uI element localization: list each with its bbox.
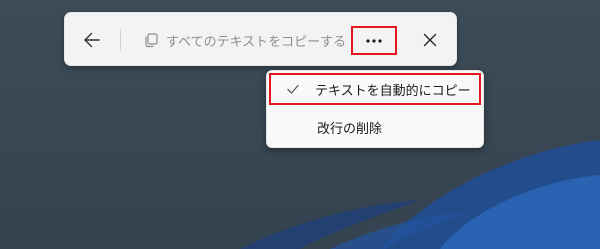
checkmark-icon — [271, 83, 315, 95]
back-button[interactable] — [77, 25, 107, 55]
close-button[interactable] — [415, 25, 445, 55]
menu-item-remove-line-breaks[interactable]: 改行の削除 — [269, 111, 481, 143]
arrow-left-icon — [84, 32, 100, 48]
copy-all-text-button[interactable]: すべてのテキストをコピーする — [143, 27, 346, 53]
copy-icon — [145, 33, 158, 48]
copy-toolbar: すべてのテキストをコピーする — [64, 12, 457, 66]
copy-all-label: すべてのテキストをコピーする — [166, 34, 347, 50]
menu-item-auto-copy-text[interactable]: テキストを自動的にコピー — [269, 73, 481, 105]
more-options-button[interactable] — [351, 26, 397, 55]
close-icon — [423, 33, 437, 47]
ellipsis-icon — [366, 38, 382, 43]
menu-item-label: 改行の削除 — [317, 121, 383, 137]
toolbar-divider — [120, 29, 121, 51]
more-options-menu: テキストを自動的にコピー 改行の削除 — [266, 70, 484, 148]
menu-item-label: テキストを自動的にコピー — [315, 83, 471, 99]
